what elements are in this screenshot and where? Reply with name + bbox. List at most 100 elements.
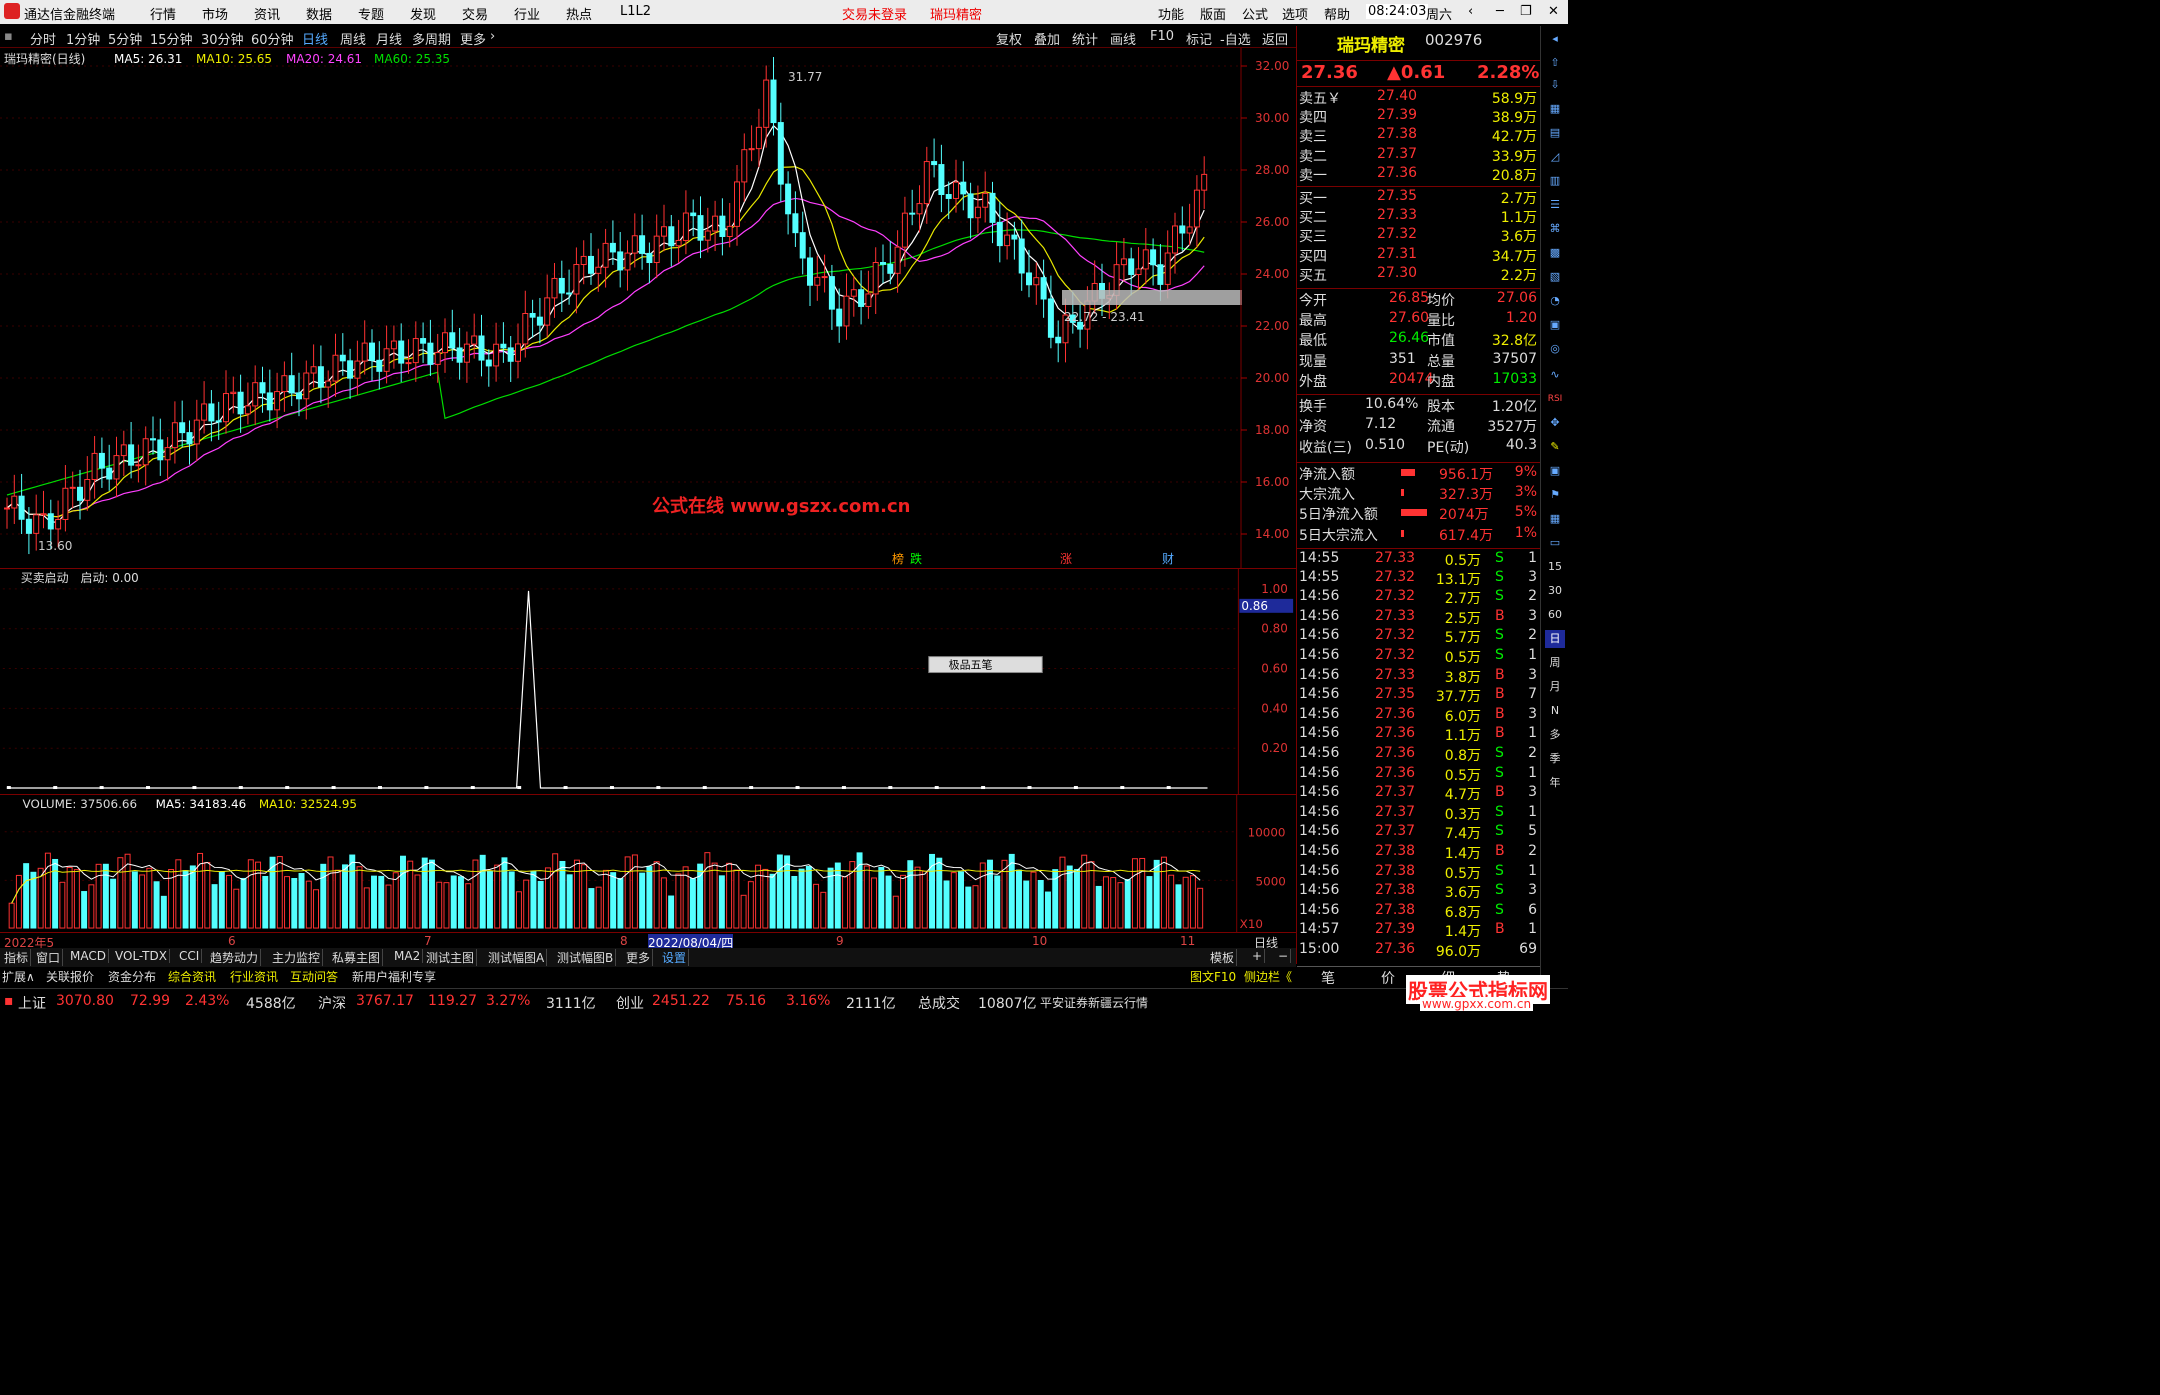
indicator-chart[interactable]: 1.000.800.600.400.20 买卖启动 启动: 0.00 0.86 …: [0, 568, 1296, 794]
tab-ma2[interactable]: MA2: [392, 949, 424, 963]
period-week-icon[interactable]: 周: [1545, 654, 1565, 672]
tab-industry-news[interactable]: 行业资讯: [230, 968, 278, 985]
menu-item-trade[interactable]: 交易: [462, 4, 488, 23]
period-quarter-icon[interactable]: 季: [1545, 750, 1565, 768]
wave-icon[interactable]: ∿: [1545, 366, 1565, 384]
arrow-left-icon[interactable]: ◂: [1545, 30, 1565, 48]
dropdown-icon[interactable]: ▪: [4, 29, 13, 44]
tab-news[interactable]: 综合资讯: [168, 968, 216, 985]
menu-help[interactable]: 帮助: [1324, 4, 1350, 23]
calendar-icon[interactable]: ▦: [1545, 100, 1565, 118]
candlestick-chart[interactable]: 22.72 - 23.41 31.77 13.60 公式在线 www.gszx.…: [0, 48, 1296, 568]
tool-stats[interactable]: 统计: [1072, 29, 1098, 48]
period-tab-more[interactable]: 更多: [460, 29, 486, 48]
grid-icon[interactable]: ▩: [1545, 244, 1565, 262]
period-tab-30min[interactable]: 30分钟: [201, 29, 244, 48]
tab-private-main[interactable]: 私募主图: [330, 949, 384, 966]
event-fall[interactable]: 跌: [910, 551, 922, 566]
restore-icon[interactable]: ❐: [1520, 4, 1532, 19]
menu-item-topic[interactable]: 专题: [358, 4, 384, 23]
line-chart-icon[interactable]: ◿: [1545, 148, 1565, 166]
back-icon[interactable]: ‹: [1468, 4, 1473, 19]
tab-main-monitor[interactable]: 主力监控: [270, 949, 324, 966]
tool-fuquan[interactable]: 复权: [996, 29, 1022, 48]
period-tab-1min[interactable]: 1分钟: [66, 29, 100, 48]
list-icon[interactable]: ☰: [1545, 196, 1565, 214]
grid2-icon[interactable]: ▦: [1545, 510, 1565, 528]
menu-layout[interactable]: 版面: [1200, 4, 1226, 23]
period-day-icon[interactable]: 日: [1545, 630, 1565, 648]
volume-chart[interactable]: 10000 5000 X10 VOLUME: 37506.66 MA5: 341…: [0, 794, 1296, 932]
target-icon[interactable]: ◎: [1545, 340, 1565, 358]
tool-overlay[interactable]: 叠加: [1034, 29, 1060, 48]
tab-price[interactable]: 价: [1381, 968, 1395, 988]
tab-trend-power[interactable]: 趋势动力: [208, 949, 262, 966]
menu-item-industry[interactable]: 行业: [514, 4, 540, 23]
period-15-icon[interactable]: 15: [1545, 558, 1565, 576]
template-button[interactable]: 模板: [1208, 949, 1238, 966]
tab-test-a[interactable]: 测试幅图A: [486, 949, 548, 966]
menu-formula[interactable]: 公式: [1242, 4, 1268, 23]
tab-sidebar[interactable]: 侧边栏《: [1244, 968, 1292, 985]
pie-icon[interactable]: ◔: [1545, 292, 1565, 310]
period-30-icon[interactable]: 30: [1545, 582, 1565, 600]
flag-icon[interactable]: ⚑: [1545, 486, 1565, 504]
tab-test-main[interactable]: 测试主图: [424, 949, 478, 966]
tab-related-quotes[interactable]: 关联报价: [46, 968, 94, 985]
tab-vol-tdx[interactable]: VOL-TDX: [113, 949, 170, 963]
arrow-down-icon[interactable]: ⇩: [1545, 76, 1565, 94]
tool-back[interactable]: 返回: [1262, 29, 1288, 48]
fs-icon[interactable]: ▣: [1545, 316, 1565, 334]
menu-item-quote[interactable]: 行情: [150, 4, 176, 23]
period-month-icon[interactable]: 月: [1545, 678, 1565, 696]
minute-icon[interactable]: ▭: [1545, 534, 1565, 552]
menu-item-data[interactable]: 数据: [306, 4, 332, 23]
add-pane-icon[interactable]: +: [1250, 949, 1266, 963]
menu-item-news[interactable]: 资讯: [254, 4, 280, 23]
tab-qa[interactable]: 互动问答: [290, 968, 338, 985]
tab-more[interactable]: 更多: [624, 949, 654, 966]
minimize-icon[interactable]: ─: [1496, 4, 1504, 19]
table-icon[interactable]: ▤: [1545, 124, 1565, 142]
pen-icon[interactable]: ✎: [1545, 438, 1565, 456]
period-year-icon[interactable]: 年: [1545, 774, 1565, 792]
tab-tick[interactable]: 笔: [1321, 968, 1335, 988]
sh-name[interactable]: 上证: [18, 993, 46, 1013]
cy-name[interactable]: 创业: [616, 993, 644, 1013]
period-60-icon[interactable]: 60: [1545, 606, 1565, 624]
remove-pane-icon[interactable]: −: [1276, 949, 1292, 963]
news-icon[interactable]: ▧: [1545, 268, 1565, 286]
tool-watchlist[interactable]: -自选: [1220, 29, 1251, 48]
rsi-icon[interactable]: RSI: [1545, 390, 1565, 408]
trade-login-status[interactable]: 交易未登录: [842, 4, 907, 23]
event-finance[interactable]: 财: [1162, 552, 1174, 566]
tab-window[interactable]: 窗口: [34, 949, 64, 966]
event-rank[interactable]: 榜: [892, 551, 904, 566]
tool-draw[interactable]: 画线: [1110, 29, 1136, 48]
tab-expand[interactable]: 扩展∧: [2, 968, 35, 985]
period-tab-multi[interactable]: 多周期: [412, 29, 451, 48]
f10-icon[interactable]: ⌘: [1545, 220, 1565, 238]
menu-options[interactable]: 选项: [1282, 4, 1308, 23]
tab-fund-dist[interactable]: 资金分布: [108, 968, 156, 985]
fs2-icon[interactable]: ▣: [1545, 462, 1565, 480]
candle-icon[interactable]: ▥: [1545, 172, 1565, 190]
menu-item-discover[interactable]: 发现: [410, 4, 436, 23]
tab-indicator[interactable]: 指标: [2, 949, 32, 966]
menu-item-l1l2[interactable]: L1L2: [620, 4, 651, 19]
tab-macd[interactable]: MACD: [68, 949, 109, 963]
tool-mark[interactable]: 标记: [1186, 29, 1212, 48]
menu-item-market[interactable]: 市场: [202, 4, 228, 23]
period-tab-5min[interactable]: 5分钟: [108, 29, 142, 48]
period-tab-daily[interactable]: 日线: [302, 29, 328, 48]
tab-cci[interactable]: CCI: [177, 949, 203, 963]
period-tab-weekly[interactable]: 周线: [340, 29, 366, 48]
tab-test-b[interactable]: 测试幅图B: [555, 949, 617, 966]
event-rise[interactable]: 涨: [1060, 551, 1072, 566]
tab-new-user[interactable]: 新用户福利专享: [352, 968, 436, 985]
period-multi-icon[interactable]: 多: [1545, 726, 1565, 744]
period-n-icon[interactable]: N: [1545, 702, 1565, 720]
sz-name[interactable]: 沪深: [318, 993, 346, 1013]
tool-f10[interactable]: F10: [1150, 29, 1174, 44]
tab-settings[interactable]: 设置: [660, 949, 690, 966]
